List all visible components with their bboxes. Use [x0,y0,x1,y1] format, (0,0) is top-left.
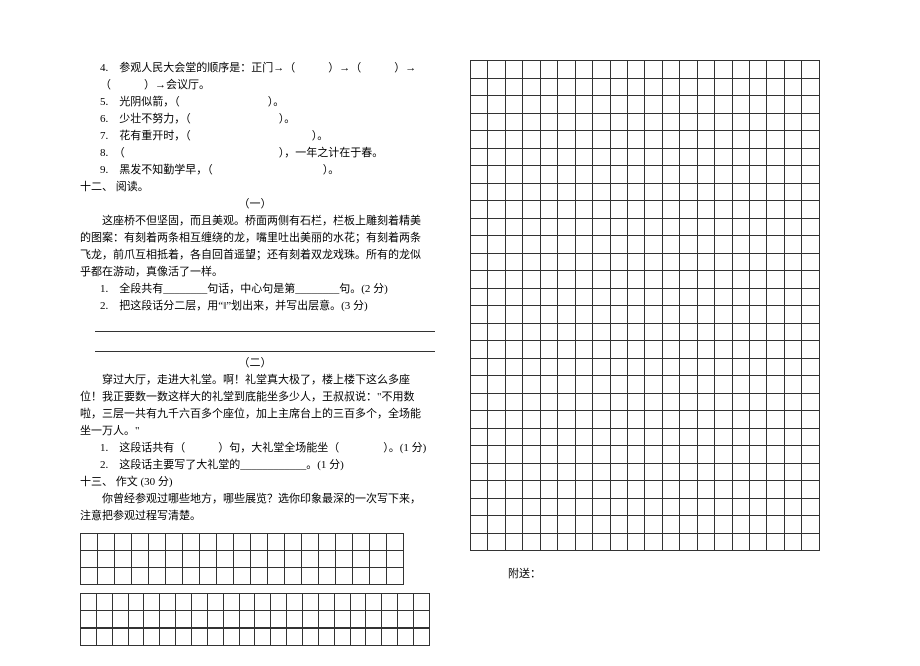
question-6: 6. 少壮不努力，（ ）。 [80,111,430,128]
passage-1-q2: 2. 把这段话分二层，用“‖”划出来，并写出层意。(3 分) [80,298,430,315]
passage-2-q1: 1. 这段话共有（ ）句，大礼堂全场能坐（ ）。(1 分) [80,440,430,457]
passage-1-title: （一） [80,196,430,213]
passage-1-body: 这座桥不但坚固，而且美观。桥面两侧有石栏，栏板上雕刻着精美的图案：有刻着两条相互… [80,213,430,281]
writing-grid-a [80,533,404,585]
writing-grid-b [80,593,430,628]
passage-1-q1: 1. 全段共有________句话，中心句是第________句。(2 分) [80,281,430,298]
question-5: 5. 光阴似箭，（ ）。 [80,94,430,111]
passage-2-body: 穿过大厅，走进大礼堂。啊！礼堂真大极了，楼上楼下这么多座位！我正要数一数这样大的… [80,372,430,440]
section-12-title: 十二、 阅读。 [80,179,430,196]
answer-line-1 [95,315,435,332]
writing-grid-large [470,60,820,551]
right-column: 附送： [450,60,820,646]
question-7: 7. 花有重开时，（ ）。 [80,128,430,145]
appendix-label: 附送： [470,565,820,581]
left-column: 4. 参观人民大会堂的顺序是：正门→（ ）→（ ）→（ ）→会议厅。 5. 光阴… [80,60,450,646]
answer-line-2 [95,335,435,352]
question-8: 8. （ ），一年之计在于春。 [80,145,430,162]
question-9: 9. 黑发不知勤学早，（ ）。 [80,162,430,179]
section-13-body: 你曾经参观过哪些地方，哪些展览？选你印象最深的一次写下来，注意把参观过程写清楚。 [80,491,430,525]
question-4: 4. 参观人民大会堂的顺序是：正门→（ ）→（ ）→（ ）→会议厅。 [80,60,430,94]
passage-2-q2: 2. 这段话主要写了大礼堂的____________。(1 分) [80,457,430,474]
passage-2-title: （二） [80,355,430,372]
writing-grid-c [80,628,430,646]
section-13-title: 十三、 作文 (30 分) [80,474,430,491]
